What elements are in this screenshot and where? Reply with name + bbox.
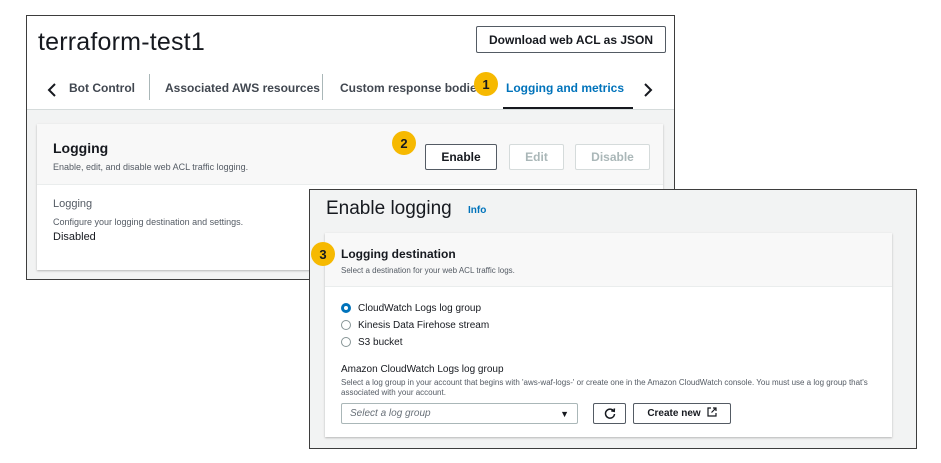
tab-custom-response-bodies[interactable]: Custom response bodies — [340, 81, 483, 95]
edit-button: Edit — [509, 144, 564, 170]
chevron-left-icon[interactable] — [39, 77, 65, 103]
enable-button[interactable]: Enable — [425, 144, 497, 170]
callout-badge-1: 1 — [474, 72, 498, 96]
radio-s3-bucket[interactable]: S3 bucket — [341, 335, 402, 349]
log-group-placeholder: Select a log group — [350, 408, 431, 419]
logging-destination-header: Logging destination Select a destination… — [325, 233, 892, 287]
page-title: terraform-test1 — [38, 28, 205, 56]
external-link-icon — [707, 407, 717, 420]
log-group-description: Select a log group in your account that … — [341, 378, 868, 397]
radio-cloudwatch-logs[interactable]: CloudWatch Logs log group — [341, 301, 481, 315]
callout-badge-2: 2 — [392, 131, 416, 155]
tab-divider — [149, 74, 150, 100]
download-json-button[interactable]: Download web ACL as JSON — [476, 26, 666, 53]
log-group-select[interactable]: Select a log group ▼ — [341, 403, 578, 424]
logging-card-header: Logging Enable, edit, and disable web AC… — [37, 124, 663, 185]
log-group-label: Amazon CloudWatch Logs log group — [341, 364, 504, 375]
radio-label: Kinesis Data Firehose stream — [358, 319, 490, 331]
refresh-icon — [604, 407, 615, 419]
radio-button[interactable] — [341, 320, 351, 330]
refresh-button[interactable] — [593, 403, 626, 424]
logging-status-value: Disabled — [53, 231, 96, 243]
tab-bot-control[interactable]: Bot Control — [69, 81, 135, 95]
radio-kinesis-firehose[interactable]: Kinesis Data Firehose stream — [341, 318, 489, 332]
disable-button: Disable — [575, 144, 650, 170]
create-new-button[interactable]: Create new — [633, 403, 731, 424]
tab-divider — [322, 74, 323, 100]
callout-badge-3: 3 — [311, 242, 335, 266]
radio-button-selected[interactable] — [341, 303, 351, 313]
tab-bar: Bot Control Associated AWS resources Cus… — [27, 71, 674, 110]
logging-destination-title: Logging destination — [341, 247, 456, 261]
enable-logging-panel: Enable logging Info Logging destination … — [309, 189, 917, 449]
logging-destination-card: Logging destination Select a destination… — [325, 233, 892, 437]
tab-logging-and-metrics[interactable]: Logging and metrics — [506, 81, 624, 95]
logging-card-title: Logging — [53, 140, 109, 156]
logging-destination-description: Select a destination for your web ACL tr… — [341, 266, 515, 275]
enable-logging-title: Enable logging — [326, 198, 452, 219]
caret-down-icon: ▼ — [560, 409, 569, 419]
tab-associated-resources[interactable]: Associated AWS resources — [165, 81, 320, 95]
chevron-right-icon[interactable] — [635, 77, 661, 103]
info-link[interactable]: Info — [468, 205, 486, 216]
logging-card-description: Enable, edit, and disable web ACL traffi… — [53, 162, 249, 172]
radio-label: S3 bucket — [358, 336, 403, 348]
radio-button[interactable] — [341, 337, 351, 347]
logging-field-description: Configure your logging destination and s… — [53, 217, 244, 227]
create-new-label: Create new — [647, 408, 701, 419]
radio-label: CloudWatch Logs log group — [358, 302, 482, 314]
logging-field-label: Logging — [53, 198, 93, 210]
